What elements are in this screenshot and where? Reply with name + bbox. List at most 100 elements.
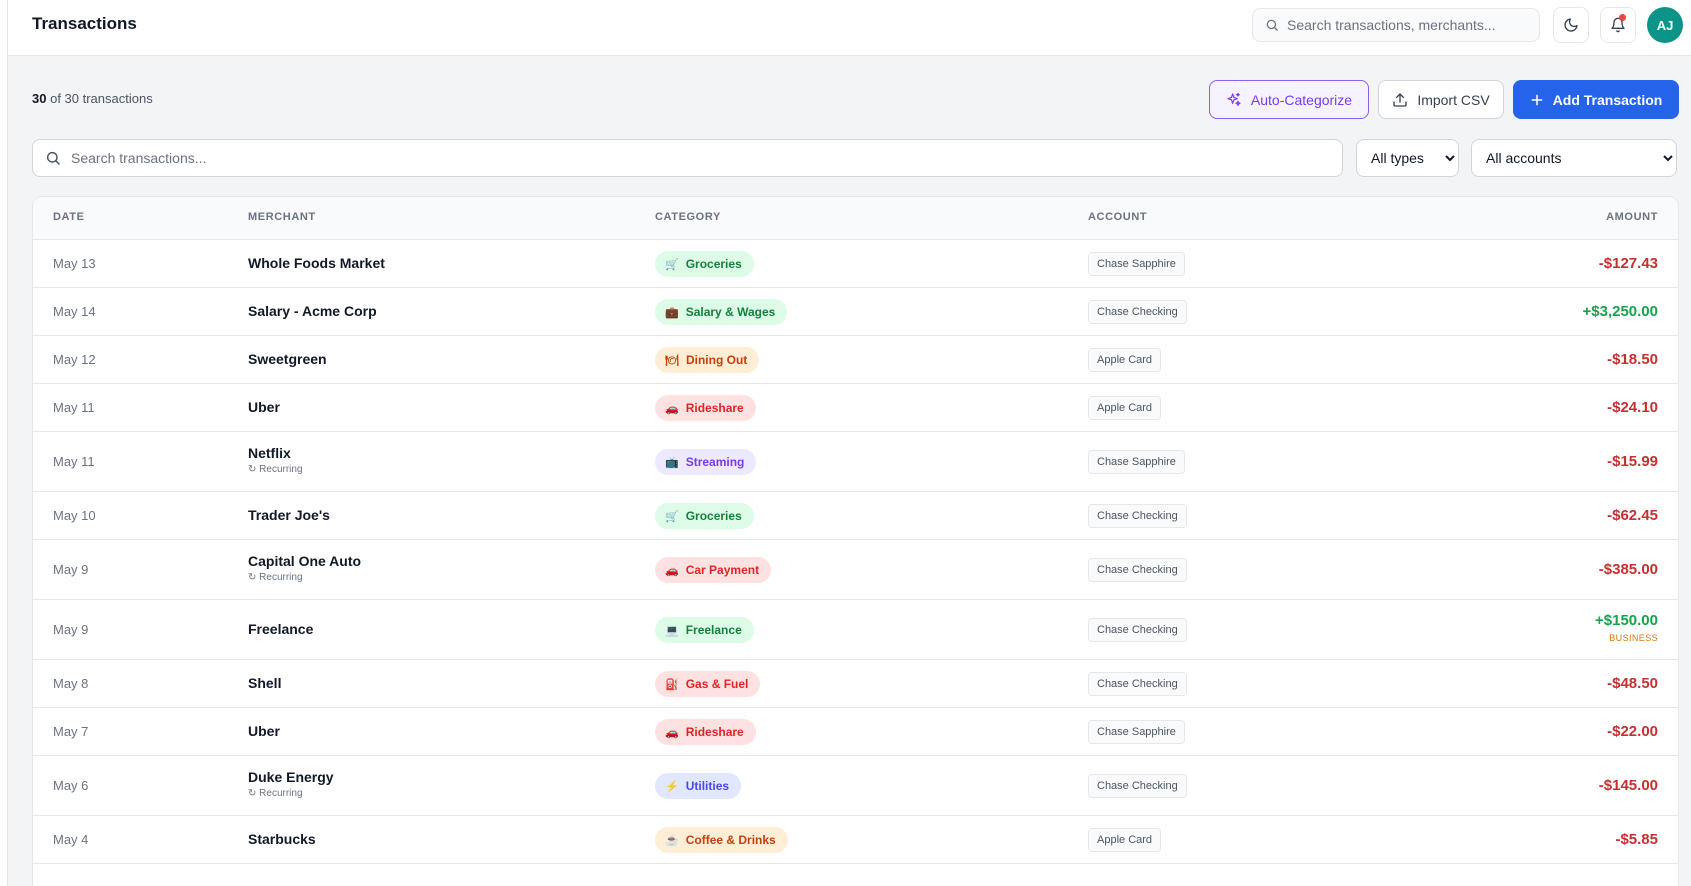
amount-value: -$127.43 [1598,255,1658,272]
category-icon: 🛒 [665,258,679,271]
recurring-indicator: ↻ Recurring [248,464,303,475]
category-label: Utilities [685,779,730,793]
account-badge: Chase Checking [1088,774,1187,798]
amount-cell: -$127.43 [1599,255,1658,272]
page-title: Transactions [32,14,137,33]
category-badge[interactable]: 🛒 Groceries [655,251,754,277]
category-badge[interactable]: ☕ Coffee & Drinks [655,827,788,853]
merchant-name: Uber [248,399,280,415]
merchant-name: Netflix [248,445,291,461]
plus-icon [1531,94,1543,105]
category-badge[interactable]: 🚗 Rideshare [655,719,756,745]
merchant-cell: Uber [248,723,280,739]
category-badge[interactable]: 🚗 Rideshare [655,395,756,421]
category-label: Rideshare [685,725,744,739]
auto-categorize-button[interactable]: Auto-Categorize [1209,80,1369,119]
import-csv-label: Import CSV [1417,91,1490,108]
account-badge: Apple Card [1088,396,1162,420]
amount-value: +$3,250.00 [1582,303,1659,320]
category-badge[interactable]: 📺 Streaming [655,449,757,475]
amount-value: -$385.00 [1598,561,1658,578]
table-row[interactable]: May 7 Uber 🚗 Rideshare Chase Sapphire -$22.00 [33,708,1678,756]
amount-value: -$18.50 [1607,351,1658,368]
add-transaction-button[interactable]: Add Transaction [1513,80,1679,119]
category-badge[interactable]: 💻 Freelance [655,617,754,643]
table-row[interactable]: May 12 Sweetgreen 🍽 Dining Out Apple Card -$1… [33,336,1678,384]
moon-icon [1564,18,1578,32]
category-label: Rideshare [685,401,744,415]
account-filter-select[interactable]: All accounts [1471,139,1677,177]
account-badge: Chase Checking [1088,618,1187,642]
table-row[interactable]: May 13 Whole Foods Market 🛒 Groceries Chase … [33,240,1678,288]
column-header-merchant[interactable]: MERCHANT [248,211,316,223]
account-badge: Chase Checking [1088,504,1187,528]
account-badge: Chase Checking [1088,672,1187,696]
category-icon: 🚗 [665,402,679,415]
account-badge: Chase Checking [1088,558,1187,582]
import-csv-button[interactable]: Import CSV [1378,80,1504,119]
category-badge[interactable]: 💼 Salary & Wages [655,299,788,325]
table-row[interactable]: May 14 Salary - Acme Corp 💼 Salary & Wages C… [33,288,1678,336]
transaction-search-input[interactable] [71,150,1331,166]
category-icon: 💻 [665,624,679,637]
table-row[interactable]: May 8 Shell ⛽ Gas & Fuel Chase Checking -$48.… [33,660,1678,708]
category-badge[interactable]: 🚗 Car Payment [655,557,772,583]
column-header-date[interactable]: DATE [53,211,85,223]
category-icon: 🍽 [665,354,679,367]
table-body: May 13 Whole Foods Market 🛒 Groceries Chase … [33,240,1678,864]
category-badge[interactable]: ⚡ Utilities [655,773,742,799]
amount-value: -$62.45 [1607,507,1658,524]
global-search[interactable] [1252,8,1540,42]
table-row[interactable]: May 9 Freelance 💻 Freelance Chase Checking +$… [33,600,1678,660]
category-badge[interactable]: 🛒 Groceries [655,503,754,529]
merchant-cell: Freelance [248,621,313,637]
table-row[interactable]: May 11 Uber 🚗 Rideshare Apple Card -$24.10 [33,384,1678,432]
amount-value: -$48.50 [1607,675,1658,692]
category-icon: ⛽ [665,678,679,691]
type-filter-select[interactable]: All types [1356,139,1459,177]
table-row[interactable]: May 9 Capital One Auto ↻ Recurring 🚗 Car Pay… [33,540,1678,600]
date-cell: May 8 [53,676,89,691]
search-icon [46,151,60,165]
transaction-count: 30 of 30 transactions [32,91,153,106]
merchant-name: Whole Foods Market [248,255,385,271]
sparkles-icon [1227,92,1241,106]
global-search-input[interactable] [1287,17,1527,33]
account-badge: Chase Sapphire [1088,252,1185,276]
theme-toggle-button[interactable] [1553,7,1589,43]
category-badge[interactable]: ⛽ Gas & Fuel [655,671,761,697]
category-label: Freelance [685,623,742,637]
recurring-indicator: ↻ Recurring [248,788,303,799]
table-row[interactable]: May 10 Trader Joe's 🛒 Groceries Chase Checki… [33,492,1678,540]
category-icon: 🛒 [665,510,679,523]
table-row[interactable]: May 4 Starbucks ☕ Coffee & Drinks Apple Card… [33,816,1678,864]
transaction-search[interactable] [32,139,1343,177]
amount-cell: -$62.45 [1607,507,1658,524]
category-badge[interactable]: 🍽 Dining Out [655,347,760,373]
merchant-cell: Starbucks [248,831,316,847]
amount-cell: -$18.50 [1607,351,1658,368]
amount-value: -$145.00 [1598,777,1658,794]
category-label: Gas & Fuel [685,677,749,691]
column-header-account[interactable]: ACCOUNT [1088,211,1147,223]
merchant-name: Capital One Auto [248,553,362,569]
amount-value: -$5.85 [1615,831,1658,848]
amount-value: +$150.00 [1595,612,1658,629]
table-row[interactable]: May 6 Duke Energy ↻ Recurring ⚡ Utilities Cha… [33,756,1678,816]
amount-cell: -$5.85 [1615,831,1658,848]
table-row[interactable]: May 11 Netflix ↻ Recurring 📺 Streaming Chase … [33,432,1678,492]
category-icon: 🚗 [665,726,679,739]
count-shown: 30 [32,91,47,106]
column-header-category[interactable]: CATEGORY [655,211,721,223]
merchant-cell: Capital One Auto ↻ Recurring [248,553,361,583]
amount-value: -$24.10 [1607,399,1658,416]
date-cell: May 9 [53,622,89,637]
notifications-button[interactable] [1600,7,1636,43]
merchant-name: Trader Joe's [248,507,330,523]
merchant-cell: Sweetgreen [248,351,327,367]
column-header-amount[interactable]: AMOUNT [1606,211,1658,223]
user-avatar[interactable]: AJ [1647,7,1683,43]
category-label: Groceries [685,257,742,271]
merchant-cell: Salary - Acme Corp [248,303,377,319]
category-label: Dining Out [685,353,748,367]
